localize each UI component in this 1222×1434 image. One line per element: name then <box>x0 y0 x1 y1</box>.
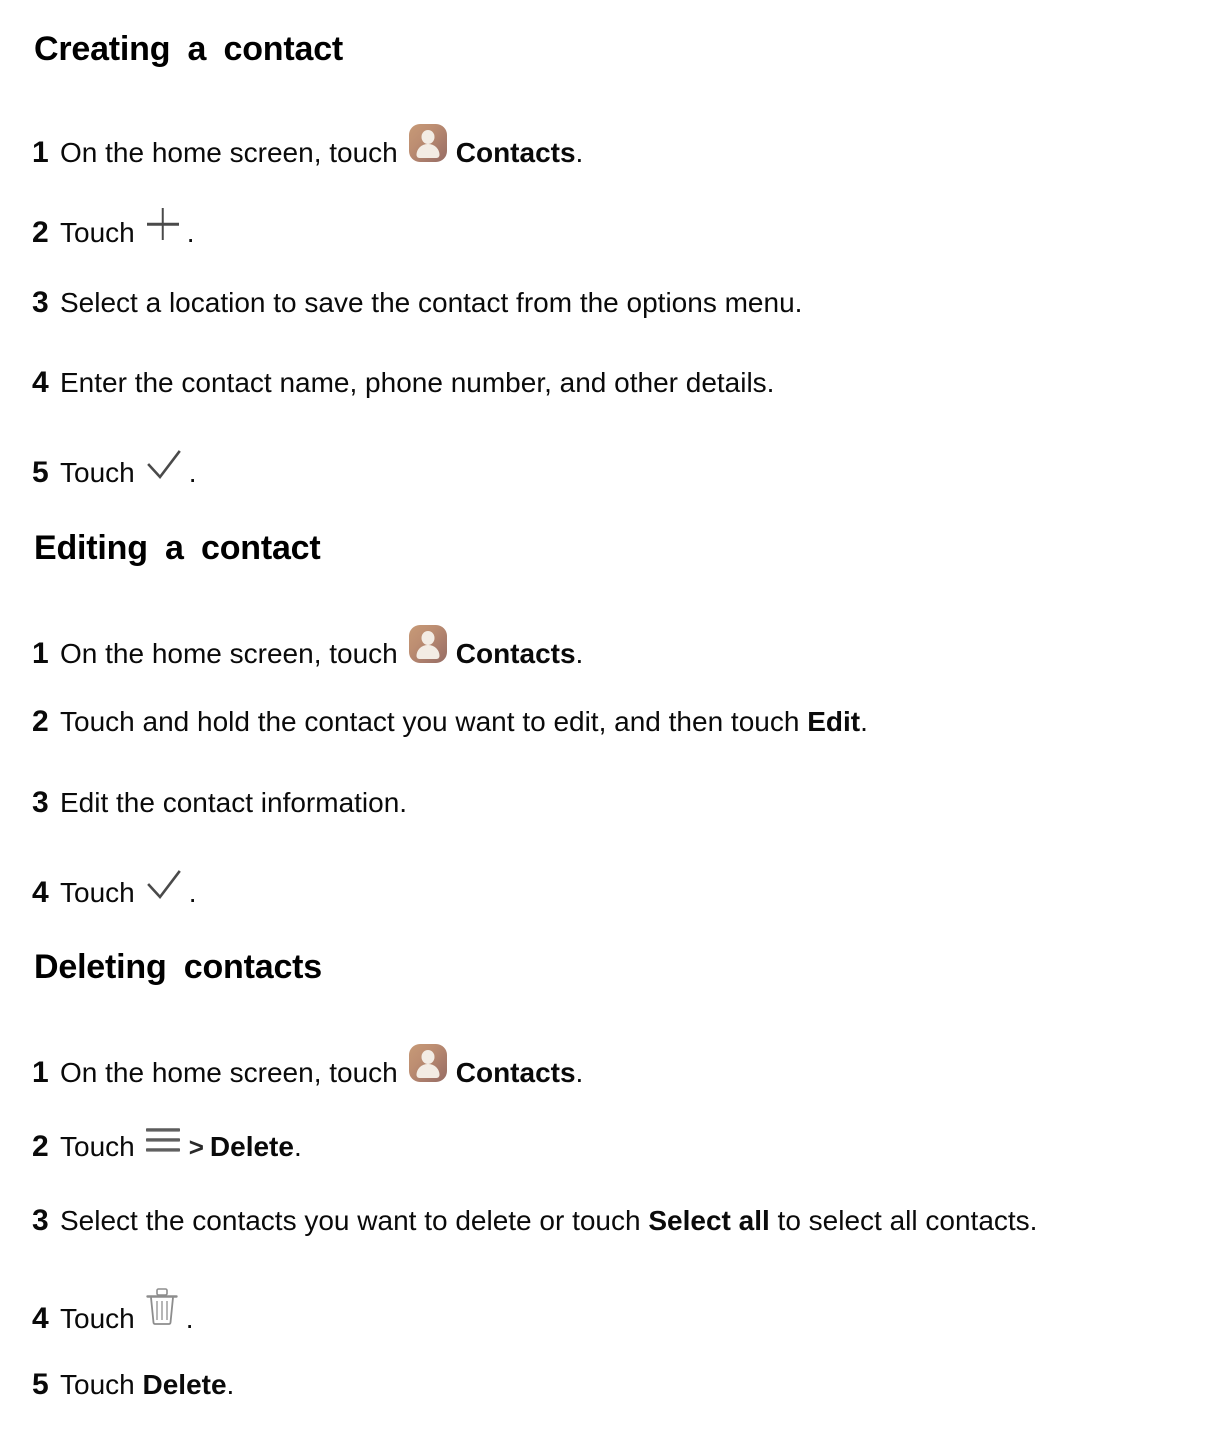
plus-icon[interactable] <box>145 206 181 242</box>
step-number: 2 <box>32 216 49 249</box>
contacts-icon-head <box>421 130 435 144</box>
step-text: Select the contacts you want to delete o… <box>60 1207 1037 1235</box>
period: . <box>293 1131 302 1162</box>
step-text: Touch > Delete. <box>60 1126 302 1161</box>
period: . <box>226 1369 235 1400</box>
period: . <box>575 638 584 669</box>
step-number: 2 <box>32 705 49 738</box>
step-editing-1: 1 On the home screen, touch Contacts. <box>32 625 583 669</box>
step-number: 4 <box>32 1302 49 1335</box>
step-text: Edit the contact information. <box>60 787 408 818</box>
step-text-fragment: Touch <box>60 1369 135 1400</box>
period: . <box>188 457 197 488</box>
step-creating-1: 1 On the home screen, touch Contacts. <box>32 124 583 168</box>
check-icon[interactable] <box>145 448 183 482</box>
step-text: Touch and hold the contact you want to e… <box>60 708 868 736</box>
step-text-fragment: Select the contacts you want to delete o… <box>60 1205 641 1236</box>
contacts-icon-body <box>416 1064 440 1078</box>
step-text-fragment: On the home screen, touch <box>60 137 398 168</box>
step-number: 1 <box>32 1056 49 1089</box>
period: . <box>860 706 868 737</box>
step-number: 5 <box>32 1368 49 1401</box>
trash-icon[interactable] <box>145 1286 179 1328</box>
step-creating-3: 3 Select a location to save the contact … <box>32 288 802 318</box>
step-number: 4 <box>32 366 49 399</box>
step-number: 3 <box>32 286 49 319</box>
step-number: 1 <box>32 136 49 169</box>
step-deleting-2: 2 Touch > Delete. <box>32 1126 302 1162</box>
hamburger-menu-icon[interactable] <box>145 1126 181 1156</box>
step-number: 2 <box>32 1130 49 1163</box>
step-text: On the home screen, touch Contacts. <box>60 124 583 167</box>
step-text: Touch . <box>60 206 195 247</box>
period: . <box>185 1303 194 1334</box>
contacts-app-icon[interactable] <box>408 625 447 663</box>
step-deleting-5: 5 Touch Delete. <box>32 1370 234 1400</box>
step-text: On the home screen, touch Contacts. <box>60 625 583 668</box>
step-text-fragment: Touch and hold the contact you want to e… <box>60 706 800 737</box>
section-heading-editing: Editing a contact <box>34 529 321 567</box>
step-creating-2: 2 Touch . <box>32 206 195 248</box>
step-number: 4 <box>32 876 49 909</box>
period: . <box>575 137 584 168</box>
section-heading-creating: Creating a contact <box>34 30 344 68</box>
edit-label: Edit <box>807 706 861 737</box>
period: . <box>188 877 197 908</box>
delete-label: Delete <box>209 1131 294 1162</box>
document-page: Creating a contact 1 On the home screen,… <box>0 0 1222 1434</box>
step-deleting-1: 1 On the home screen, touch Contacts. <box>32 1044 583 1088</box>
step-text-fragment: Touch <box>60 457 135 488</box>
step-number: 3 <box>32 786 49 819</box>
breadcrumb-separator: > <box>188 1132 204 1162</box>
step-text: Touch Delete. <box>60 1371 234 1399</box>
contacts-label: Contacts <box>455 638 576 669</box>
step-text-fragment: to select all contacts. <box>777 1205 1038 1236</box>
step-deleting-3: 3 Select the contacts you want to delete… <box>32 1206 1037 1236</box>
menu-icon-bar <box>145 1138 180 1142</box>
contacts-icon-head <box>421 1050 435 1064</box>
step-editing-3: 3 Edit the contact information. <box>32 788 407 818</box>
menu-icon-bar <box>145 1148 180 1152</box>
period: . <box>186 217 195 248</box>
select-all-label: Select all <box>648 1205 770 1236</box>
step-text: Touch . <box>60 448 197 487</box>
step-text-fragment: Touch <box>60 877 135 908</box>
check-icon[interactable] <box>145 868 183 902</box>
step-text-fragment: Touch <box>60 1303 135 1334</box>
step-creating-4: 4 Enter the contact name, phone number, … <box>32 368 774 398</box>
step-number: 1 <box>32 637 49 670</box>
contacts-icon-head <box>421 631 435 645</box>
contacts-icon-body <box>416 645 440 659</box>
step-text: On the home screen, touch Contacts. <box>60 1044 583 1087</box>
section-heading-deleting: Deleting contacts <box>34 948 322 986</box>
step-editing-4: 4 Touch . <box>32 868 197 908</box>
menu-icon-bar <box>145 1128 180 1132</box>
step-deleting-4: 4 Touch . <box>32 1286 194 1334</box>
contacts-label: Contacts <box>455 1057 576 1088</box>
contacts-app-icon[interactable] <box>408 124 447 162</box>
step-text: Touch . <box>60 868 197 907</box>
step-text: Select a location to save the contact fr… <box>60 287 803 318</box>
step-creating-5: 5 Touch . <box>32 448 197 488</box>
step-text: Touch . <box>60 1286 194 1333</box>
step-text-fragment: On the home screen, touch <box>60 1057 398 1088</box>
contacts-icon-body <box>416 144 440 158</box>
step-number: 5 <box>32 456 49 489</box>
period: . <box>575 1057 584 1088</box>
step-number: 3 <box>32 1204 49 1237</box>
step-text: Enter the contact name, phone number, an… <box>60 367 775 398</box>
delete-label: Delete <box>142 1369 227 1400</box>
step-text-fragment: On the home screen, touch <box>60 638 398 669</box>
contacts-app-icon[interactable] <box>408 1044 447 1082</box>
step-text-fragment: Touch <box>60 1131 135 1162</box>
step-editing-2: 2 Touch and hold the contact you want to… <box>32 707 868 737</box>
step-text-fragment: Touch <box>60 217 135 248</box>
contacts-label: Contacts <box>455 137 576 168</box>
